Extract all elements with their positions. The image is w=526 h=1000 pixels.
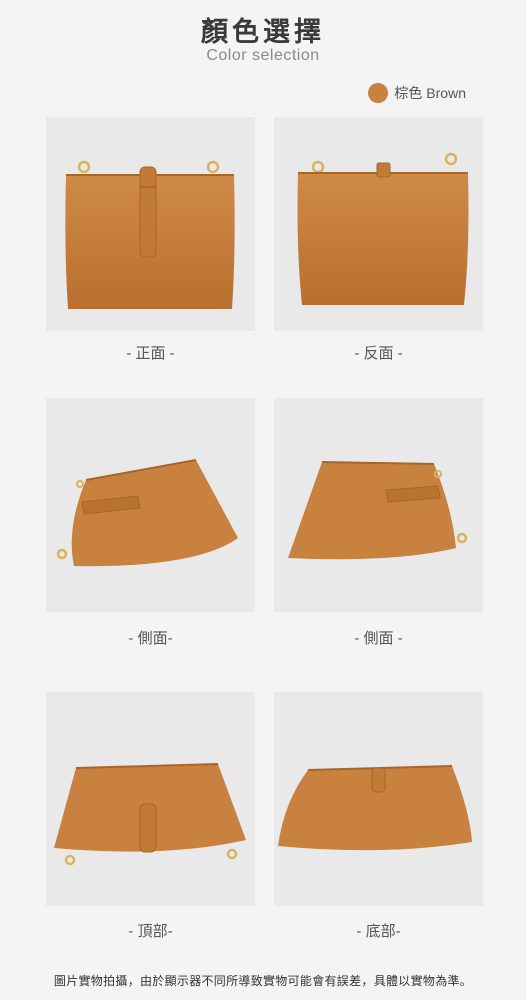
brown-swatch-icon xyxy=(368,83,389,103)
product-image-back xyxy=(274,117,483,331)
color-option-brown[interactable]: 棕色 Brown xyxy=(368,82,466,104)
caption-bottom: - 底部- xyxy=(356,923,401,940)
product-image-side-right xyxy=(274,398,483,612)
bag-top-view-icon xyxy=(54,763,246,866)
caption-side-left: - 側面- xyxy=(128,630,173,647)
caption-front: - 正面 - xyxy=(126,345,175,362)
page-title: 顏色選擇 xyxy=(201,17,325,47)
caption-side-right: - 側面 - xyxy=(354,630,403,647)
caption-back: - 反面 - xyxy=(354,345,403,362)
bag-bottom-view-icon xyxy=(278,765,472,851)
color-option-label: 棕色 Brown xyxy=(394,85,466,101)
bag-side-right-view-icon xyxy=(288,461,468,560)
bag-back-view-icon xyxy=(297,152,469,305)
bag-front-view-icon xyxy=(65,160,235,309)
product-image-front xyxy=(46,117,255,331)
disclaimer-text: 圖片實物拍攝，由於顯示器不同所導致實物可能會有誤差，具體以實物為準。 xyxy=(53,974,473,988)
product-image-bottom xyxy=(274,692,483,906)
page-subtitle: Color selection xyxy=(206,47,320,64)
product-image-top xyxy=(46,692,255,906)
product-image-side-left xyxy=(46,398,255,612)
bag-side-left-view-icon xyxy=(56,459,238,567)
caption-top: - 頂部- xyxy=(128,923,173,940)
